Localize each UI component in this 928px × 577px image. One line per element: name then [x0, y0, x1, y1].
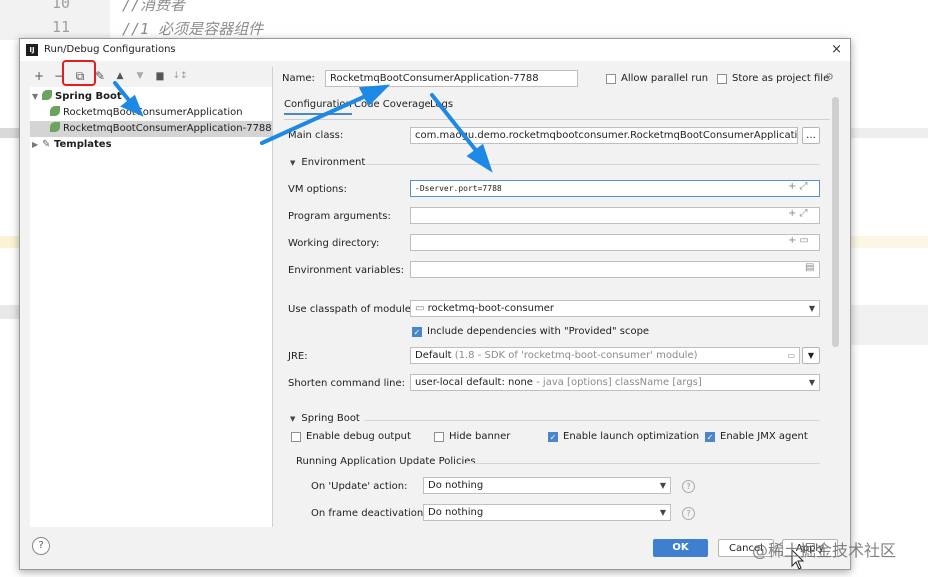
arrowhead — [358, 84, 391, 107]
arrow-line — [260, 93, 370, 145]
watermark: @稀土掘金技术社区 — [752, 541, 897, 560]
annotation-arrows — [113, 81, 805, 570]
arrow-line — [430, 93, 480, 155]
arrowhead — [466, 143, 493, 173]
